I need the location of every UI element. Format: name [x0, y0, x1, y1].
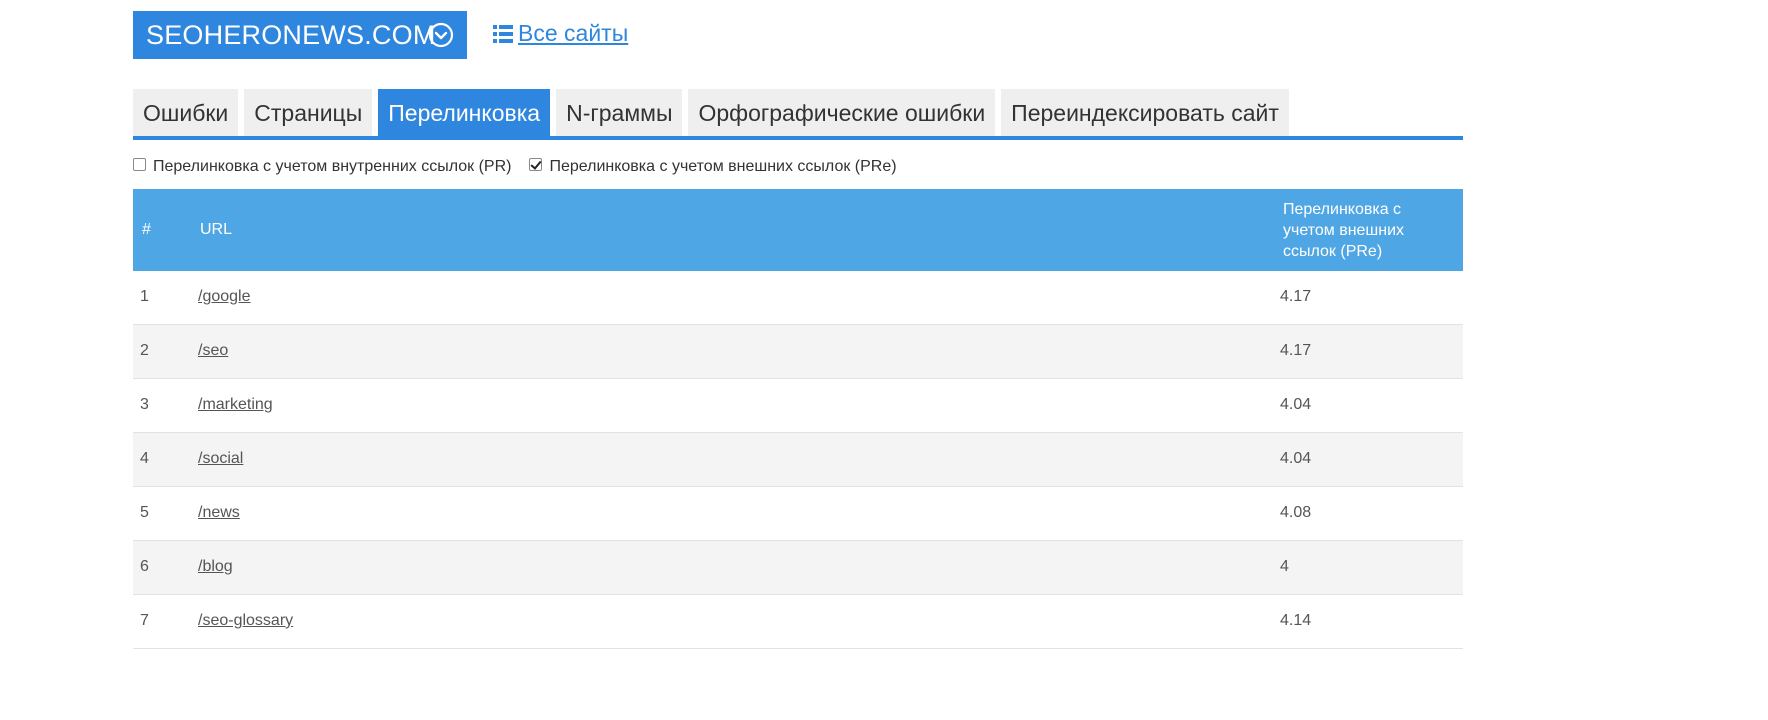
- tab-pages[interactable]: Страницы: [244, 89, 373, 137]
- column-header-url[interactable]: URL: [200, 221, 232, 239]
- row-number: 5: [140, 504, 149, 521]
- table-row: 1 /google 4.17: [133, 271, 1463, 325]
- all-sites-link[interactable]: Все сайты: [493, 20, 628, 47]
- row-url-link[interactable]: /social: [198, 450, 243, 468]
- all-sites-label: Все сайты: [518, 20, 629, 46]
- linking-options: Перелинковка с учетом внутренних ссылок …: [133, 157, 915, 176]
- tab-bar: Ошибки Страницы Перелинковка N-граммы Ор…: [133, 89, 1295, 137]
- tab-ngrams[interactable]: N-граммы: [556, 89, 683, 137]
- row-pre-value: 4.17: [1280, 288, 1312, 305]
- table-row: 3 /marketing 4.04: [133, 379, 1463, 433]
- row-pre-value: 4: [1280, 558, 1289, 575]
- checkbox-internal-pr[interactable]: [133, 157, 146, 171]
- row-url-link[interactable]: /google: [198, 288, 251, 306]
- option-internal-pr-label: Перелинковка с учетом внутренних ссылок …: [153, 158, 512, 175]
- tab-errors[interactable]: Ошибки: [133, 89, 239, 137]
- tab-underline: [133, 136, 1463, 140]
- row-pre-value: 4.04: [1280, 450, 1312, 467]
- row-pre-value: 4.17: [1280, 342, 1312, 359]
- row-url-link[interactable]: /seo: [198, 342, 228, 360]
- tab-spelling-errors[interactable]: Орфографические ошибки: [688, 89, 996, 137]
- row-url-link[interactable]: /news: [198, 504, 240, 522]
- option-external-pre[interactable]: Перелинковка с учетом внешних ссылок (PR…: [529, 157, 897, 176]
- row-pre-value: 4.08: [1280, 504, 1312, 521]
- row-number: 4: [140, 450, 149, 467]
- checkbox-external-pre[interactable]: [529, 157, 543, 171]
- row-number: 7: [140, 612, 149, 629]
- table-row: 4 /social 4.04: [133, 433, 1463, 487]
- row-pre-value: 4.14: [1280, 612, 1312, 629]
- column-header-num: #: [142, 221, 151, 238]
- row-number: 6: [140, 558, 149, 575]
- option-external-pre-label: Перелинковка с учетом внешних ссылок (PR…: [549, 158, 897, 175]
- chevron-down-circle-icon: [428, 22, 454, 48]
- table-row: 2 /seo 4.17: [133, 325, 1463, 379]
- row-pre-value: 4.04: [1280, 396, 1312, 413]
- table-row: 7 /seo-glossary 4.14: [133, 595, 1463, 649]
- site-name: SEOHERONEWS.COM: [146, 19, 436, 50]
- row-number: 2: [140, 342, 149, 359]
- site-selector-button[interactable]: SEOHERONEWS.COM: [133, 11, 467, 59]
- list-icon: [493, 24, 513, 43]
- table-row: 5 /news 4.08: [133, 487, 1463, 541]
- row-number: 3: [140, 396, 149, 413]
- tab-linking[interactable]: Перелинковка: [378, 89, 551, 137]
- row-url-link[interactable]: /seo-glossary: [198, 612, 293, 630]
- table-row: 6 /blog 4: [133, 541, 1463, 595]
- row-url-link[interactable]: /blog: [198, 558, 233, 576]
- column-header-pre[interactable]: Перелинковка с учетом внешних ссылок (PR…: [1283, 199, 1433, 262]
- row-url-link[interactable]: /marketing: [198, 396, 273, 414]
- linking-table: # URL Перелинковка с учетом внешних ссыл…: [133, 189, 1463, 649]
- tab-reindex-site[interactable]: Переиндексировать сайт: [1001, 89, 1289, 137]
- page: SEOHERONEWS.COM Все сайты Ошибки Страниц…: [0, 0, 1768, 720]
- option-internal-pr[interactable]: Перелинковка с учетом внутренних ссылок …: [133, 157, 512, 176]
- table-header: # URL Перелинковка с учетом внешних ссыл…: [133, 189, 1463, 271]
- row-number: 1: [140, 288, 149, 305]
